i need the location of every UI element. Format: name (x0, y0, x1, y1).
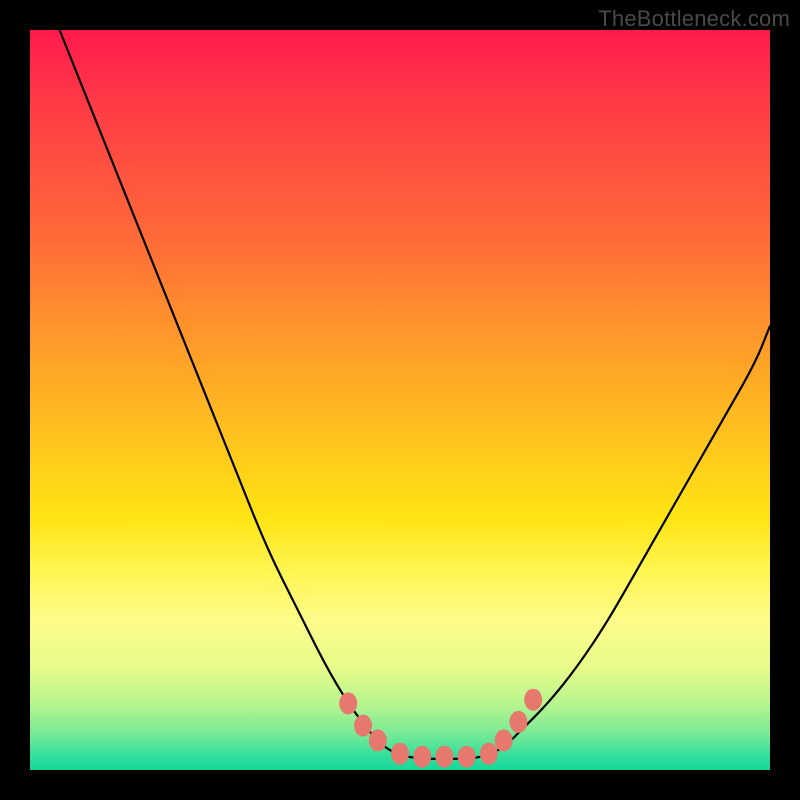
valley-marker (354, 715, 372, 737)
valley-marker (458, 746, 476, 768)
chart-frame: TheBottleneck.com (0, 0, 800, 800)
valley-marker (369, 729, 387, 751)
valley-marker (339, 692, 357, 714)
valley-marker (435, 746, 453, 768)
curve-svg (30, 30, 770, 770)
left-curve-path (60, 30, 400, 755)
watermark-text: TheBottleneck.com (598, 6, 790, 32)
valley-marker (413, 746, 431, 768)
valley-marker (509, 711, 527, 733)
valley-marker (524, 689, 542, 711)
plot-area (30, 30, 770, 770)
marker-group (339, 689, 542, 768)
curve-group (60, 30, 770, 759)
valley-marker (391, 743, 409, 765)
valley-marker (495, 729, 513, 751)
valley-marker (480, 743, 498, 765)
